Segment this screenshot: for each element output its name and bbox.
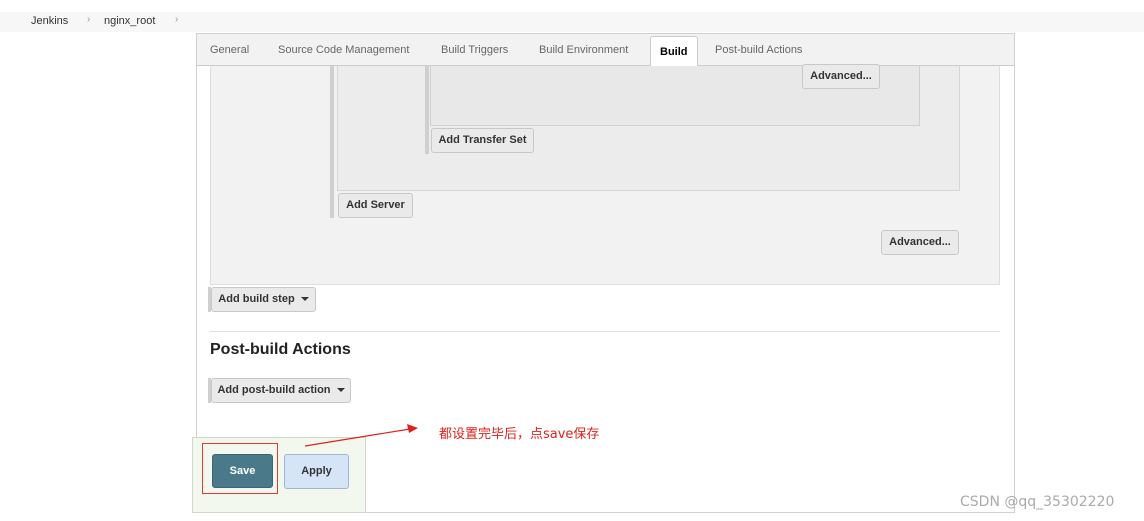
save-button[interactable]: Save [212, 454, 273, 488]
watermark: CSDN @qq_35302220 [960, 494, 1115, 510]
server-drag-handle[interactable] [425, 66, 429, 154]
section-divider [210, 331, 1000, 332]
breadcrumb-item-job[interactable]: nginx_root [104, 15, 155, 27]
tab-general[interactable]: General [210, 44, 249, 56]
annotation-text: 都设置完毕后，点save保存 [439, 427, 600, 442]
add-post-build-action-button[interactable]: Add post-build action [211, 378, 351, 403]
tab-post-build-actions[interactable]: Post-build Actions [715, 44, 802, 56]
annotation-arrow-icon [304, 424, 418, 447]
breadcrumb-separator-icon: › [175, 14, 179, 25]
build-step-drag-handle[interactable] [330, 66, 334, 218]
tab-build[interactable]: Build [650, 36, 698, 67]
advanced-button[interactable]: Advanced... [881, 230, 959, 255]
add-build-step-label: Add build step [218, 293, 295, 305]
tab-build-triggers[interactable]: Build Triggers [441, 44, 508, 56]
post-build-section-title: Post-build Actions [210, 341, 351, 358]
add-transfer-set-button[interactable]: Add Transfer Set [431, 128, 534, 153]
apply-button[interactable]: Apply [284, 454, 349, 489]
chevron-down-icon [300, 297, 309, 302]
transfer-advanced-button[interactable]: Advanced... [802, 64, 880, 89]
breadcrumb: Jenkins › nginx_root › [0, 12, 1144, 32]
add-server-button[interactable]: Add Server [338, 193, 413, 218]
breadcrumb-item-jenkins[interactable]: Jenkins [31, 15, 68, 27]
config-tab-bar: General Source Code Management Build Tri… [197, 34, 1014, 67]
add-build-step-button[interactable]: Add build step [211, 287, 316, 312]
breadcrumb-separator-icon: › [87, 14, 91, 25]
tab-source-code-management[interactable]: Source Code Management [278, 44, 409, 56]
chevron-down-icon [336, 388, 345, 393]
add-post-build-action-label: Add post-build action [217, 384, 331, 396]
tab-build-environment[interactable]: Build Environment [539, 44, 628, 56]
